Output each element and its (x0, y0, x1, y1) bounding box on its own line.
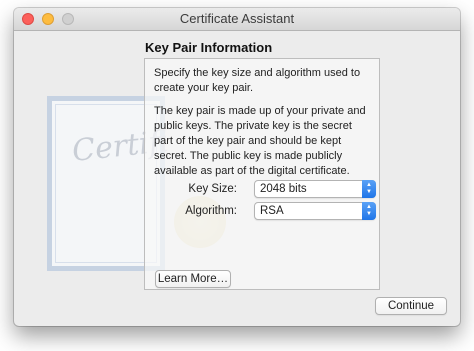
intro-paragraph: Specify the key size and algorithm used … (154, 67, 361, 94)
certificate-assistant-window: Certificate Assistant Certifi Key Pair I… (14, 8, 460, 326)
key-size-popup[interactable]: 2048 bits ▲ ▼ (254, 180, 376, 198)
algorithm-popup[interactable]: RSA ▲ ▼ (254, 202, 376, 220)
section-heading: Key Pair Information (145, 40, 273, 55)
up-down-chevron-icon: ▲ ▼ (362, 202, 376, 220)
explanation-paragraph: The key pair is made up of your private … (154, 105, 366, 177)
up-down-chevron-icon: ▲ ▼ (362, 180, 376, 198)
algorithm-value: RSA (260, 205, 284, 217)
key-size-label: Key Size: (188, 183, 237, 195)
minimize-window-button[interactable] (42, 13, 54, 25)
continue-button[interactable]: Continue (375, 297, 447, 315)
learn-more-button[interactable]: Learn More… (155, 270, 231, 288)
key-size-value: 2048 bits (260, 183, 307, 195)
window-title: Certificate Assistant (179, 11, 295, 26)
zoom-window-button[interactable] (62, 13, 74, 25)
close-window-button[interactable] (22, 13, 34, 25)
algorithm-label: Algorithm: (185, 205, 237, 217)
title-bar[interactable]: Certificate Assistant (14, 8, 460, 31)
key-pair-panel: Specify the key size and algorithm used … (144, 58, 380, 290)
